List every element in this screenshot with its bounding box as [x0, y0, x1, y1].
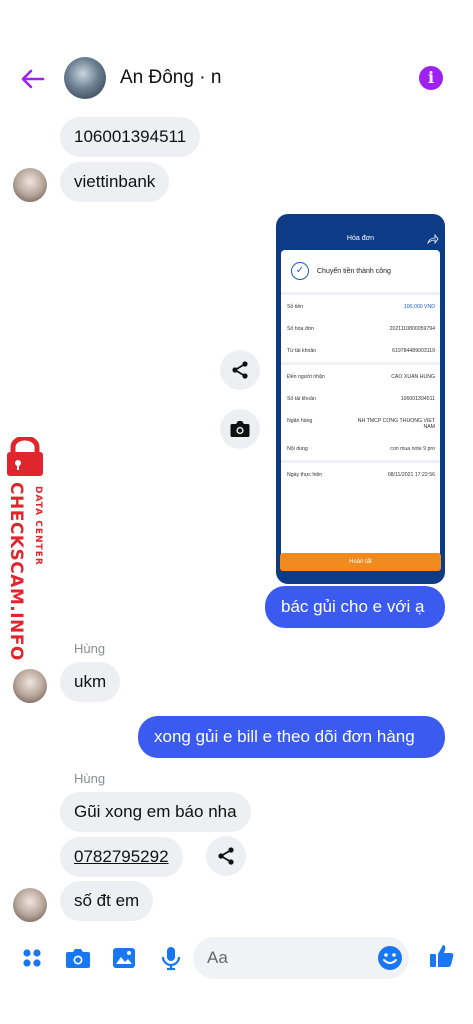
success-text: Chuyển tiền thành công [317, 267, 391, 275]
sender-name: Hùng [74, 641, 106, 656]
phone-number-link[interactable]: 0782795292 [74, 847, 169, 867]
share-button[interactable] [220, 350, 260, 390]
receipt-header-title: Hóa đơn [346, 235, 375, 242]
share-icon [218, 847, 234, 865]
like-thumb-icon[interactable] [428, 942, 456, 970]
sender-avatar[interactable] [13, 888, 47, 922]
message-text: ukm [74, 672, 107, 691]
receipt-row: Từ tài khoản 619784489003119 [287, 348, 435, 354]
receipt-row: Số hóa đơn 2021110800059794 [287, 326, 435, 332]
message-text: bác gủi cho e với ạ [281, 597, 425, 616]
message-bubble-phone-number[interactable]: 0782795292 [60, 837, 183, 877]
message-text: số đt em [74, 891, 140, 910]
message-bubble-bank[interactable]: viettinbank [60, 162, 170, 202]
share-button[interactable] [206, 836, 246, 876]
message-text: xong gủi e bill e theo dõi đơn hàng [154, 727, 415, 746]
receipt-row: Ngày thực hiện 08/11/2021 17:22:56 [287, 472, 435, 478]
message-bubble-incoming[interactable]: Gũi xong em báo nha [60, 792, 251, 832]
share-icon [232, 361, 248, 379]
receipt-row: Số tiền 100,000 VND [287, 304, 435, 310]
receipt-card: ✓ Chuyển tiền thành công Số tiền 100,000 … [281, 250, 440, 560]
sender-name: Hùng [74, 771, 106, 786]
sender-avatar[interactable] [13, 168, 47, 202]
camera-icon[interactable] [64, 944, 92, 972]
emoji-icon[interactable] [376, 944, 404, 972]
message-bubble-account-number[interactable]: 106001394511 [60, 117, 201, 157]
message-text: 106001394511 [74, 127, 187, 146]
divider [281, 362, 440, 365]
gallery-icon[interactable] [110, 944, 138, 972]
receipt-done-button: Hoàn tất [280, 553, 441, 571]
microphone-icon[interactable] [157, 944, 185, 972]
watermark-subtext: DATA CENTER [33, 486, 43, 566]
check-circle-icon: ✓ [291, 262, 309, 280]
contact-name[interactable]: An Đông · n [120, 67, 221, 89]
receipt-success: ✓ Chuyển tiền thành công [291, 262, 391, 280]
divider [281, 292, 440, 295]
shared-receipt-image[interactable]: Hóa đơn ✓ Chuyển tiền thành công Số tiền… [276, 214, 445, 584]
camera-button[interactable] [220, 409, 260, 449]
receipt-share-icon [427, 234, 439, 244]
message-bubble-outgoing[interactable]: bác gủi cho e với ạ [265, 586, 445, 628]
watermark-text: CHECKSCAM.INFO [6, 482, 26, 661]
divider [281, 460, 440, 463]
receipt-row: Số tài khoản 106001394511 [287, 396, 435, 402]
message-bubble-incoming[interactable]: số đt em [60, 881, 154, 921]
contact-avatar[interactable] [64, 57, 106, 99]
receipt-row: Ngân hàng NH TMCP CONG THUONG VIET NAM [287, 418, 435, 430]
info-icon[interactable]: i [419, 66, 443, 90]
message-text: Gũi xong em báo nha [74, 802, 237, 821]
message-text: viettinbank [74, 172, 156, 191]
message-input-placeholder: Aa [207, 948, 228, 967]
lock-icon [3, 435, 47, 477]
back-arrow-icon[interactable] [18, 64, 48, 94]
receipt-row: Nội dung con mua note 9 pro [287, 446, 435, 452]
receipt-row: Đến người nhận CAO XUAN HUNG [287, 374, 435, 380]
camera-icon [230, 421, 250, 437]
conversation-header [0, 0, 473, 115]
sender-avatar[interactable] [13, 669, 47, 703]
message-bubble-incoming[interactable]: ukm [60, 662, 121, 702]
message-bubble-outgoing[interactable]: xong gủi e bill e theo dõi đơn hàng [138, 716, 445, 758]
menu-dots-icon[interactable] [18, 944, 46, 972]
